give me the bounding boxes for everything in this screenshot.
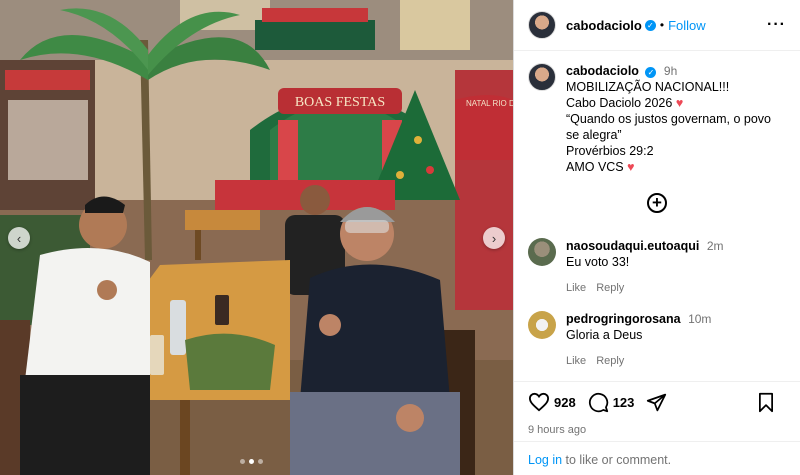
comment-time: 10m [688, 312, 712, 326]
comment-reply-button[interactable]: Reply [596, 353, 624, 369]
comment-text: Gloria a Deus [566, 328, 643, 342]
comment-count: 123 [612, 394, 635, 410]
boas-festas-sign: BOAS FESTAS [295, 95, 385, 110]
bookmark-icon [759, 392, 773, 412]
follow-button[interactable]: Follow [668, 18, 706, 33]
carousel-prev-button[interactable]: ‹ [8, 227, 30, 249]
comment-avatar[interactable] [528, 311, 556, 339]
comment-avatar[interactable] [528, 238, 556, 266]
instagram-post-modal: BOAS FESTAS NATAL RIO DES [0, 0, 800, 475]
share-icon [647, 393, 667, 411]
caption-body: cabodaciolo ✓ 9h MOBILIZAÇÃO NACIONAL!!!… [566, 63, 786, 175]
share-button[interactable] [646, 392, 667, 413]
comment-time: 2m [706, 239, 724, 253]
load-more-comments-icon[interactable]: + [647, 193, 667, 213]
caption-line: Cabo Daciolo 2026 ♥ [566, 95, 786, 111]
save-button[interactable] [757, 392, 775, 413]
carousel-dot-active [249, 459, 254, 464]
post-photo[interactable]: BOAS FESTAS NATAL RIO DES [0, 0, 513, 475]
heart-emoji-icon: ♥ [627, 160, 635, 174]
comment-body: naosoudaqui.eutoaqui 2m Eu voto 33! Like… [566, 238, 724, 296]
login-prompt: Log in to like or comment. [514, 441, 800, 475]
comment-reply-button[interactable]: Reply [596, 280, 624, 296]
post-header: cabodaciolo ✓ • Follow ··· [514, 0, 800, 51]
post-side-panel: cabodaciolo ✓ • Follow ··· cabodaciolo ✓… [513, 0, 800, 475]
caption-time[interactable]: 9h [664, 64, 677, 78]
carousel-dot [240, 459, 245, 464]
caption-line-text: AMO VCS [566, 160, 624, 174]
caption-author-avatar[interactable] [528, 63, 556, 91]
comment-username[interactable]: pedrogringorosana [566, 312, 681, 326]
verified-badge-icon: ✓ [644, 19, 656, 31]
heart-icon [528, 392, 550, 412]
post-actions: 928 123 9 hours ago [514, 381, 800, 436]
chevron-left-icon: ‹ [16, 230, 22, 246]
login-link[interactable]: Log in [528, 453, 562, 467]
carousel-dot [258, 459, 263, 464]
comment-like-button[interactable]: Like [566, 280, 586, 296]
caption-line: AMO VCS ♥ [566, 159, 786, 175]
author-avatar[interactable] [528, 11, 556, 39]
heart-emoji-icon: ♥ [675, 96, 684, 110]
photo-scene: BOAS FESTAS NATAL RIO DES [0, 0, 513, 475]
comment-item: pedrogringorosana 10m Gloria a Deus Like… [528, 311, 790, 369]
natal-sign: NATAL RIO DES [466, 99, 513, 108]
author-username[interactable]: cabodaciolo [566, 18, 642, 33]
comment-item: naosoudaqui.eutoaqui 2m Eu voto 33! Like… [528, 238, 790, 296]
comment-text: Eu voto 33! [566, 255, 630, 269]
caption-username[interactable]: cabodaciolo [566, 64, 639, 78]
comment-like-button[interactable]: Like [566, 353, 586, 369]
caption-line: Provérbios 29:2 [566, 144, 654, 158]
comment-username[interactable]: naosoudaqui.eutoaqui [566, 239, 699, 253]
carousel-next-button[interactable]: › [483, 227, 505, 249]
carousel-indicator [240, 459, 263, 464]
caption-line-text: Cabo Daciolo 2026 [566, 96, 673, 110]
comment-body: pedrogringorosana 10m Gloria a Deus Like… [566, 311, 711, 369]
post-caption: cabodaciolo ✓ 9h MOBILIZAÇÃO NACIONAL!!!… [514, 51, 800, 175]
like-count: 928 [554, 394, 576, 410]
comment-button[interactable]: 123 [588, 392, 635, 413]
caption-line: MOBILIZAÇÃO NACIONAL!!! [566, 80, 730, 94]
more-options-icon[interactable]: ··· [767, 16, 786, 34]
login-prompt-text: to like or comment. [562, 453, 672, 467]
chevron-right-icon: › [491, 230, 497, 246]
separator-dot: • [659, 18, 665, 32]
like-button[interactable]: 928 [528, 392, 576, 412]
post-timestamp[interactable]: 9 hours ago [528, 424, 787, 436]
caption-line: “Quando os justos governam, o povo se al… [566, 112, 771, 142]
comment-icon [588, 392, 608, 412]
verified-badge-icon: ✓ [645, 67, 657, 78]
